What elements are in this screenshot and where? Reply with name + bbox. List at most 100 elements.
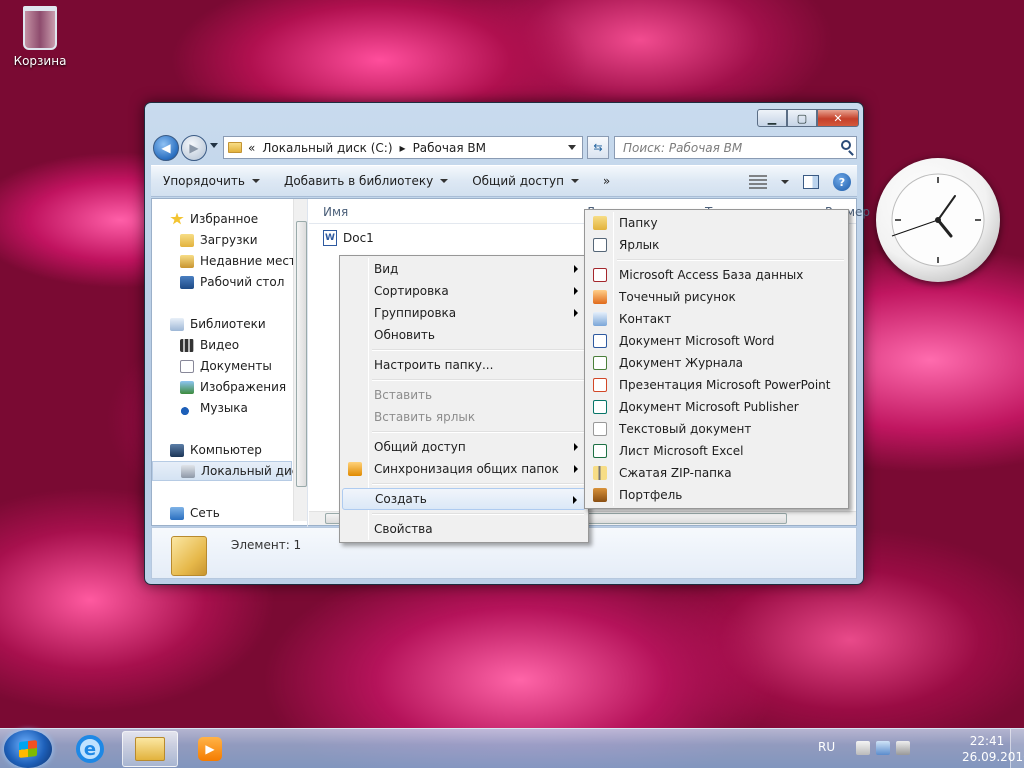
new-publisher-item[interactable]: Документ Microsoft Publisher [587, 396, 846, 418]
taskbar-internet-explorer[interactable]: e [62, 731, 118, 767]
nav-local-disk[interactable]: Локальный диск [152, 461, 306, 481]
menu-item-sync[interactable]: Синхронизация общих папок [342, 458, 586, 480]
help-icon[interactable]: ? [833, 173, 851, 191]
menu-label: Документ Microsoft Publisher [619, 400, 799, 414]
nav-recent-places[interactable]: Недавние места [180, 251, 303, 271]
briefcase-icon [593, 488, 607, 502]
menu-label: Сжатая ZIP-папка [619, 466, 732, 480]
recycle-bin[interactable]: Корзина [8, 4, 72, 68]
menu-item-share[interactable]: Общий доступ [342, 436, 586, 458]
new-word-item[interactable]: Документ Microsoft Word [587, 330, 846, 352]
new-journal-item[interactable]: Документ Журнала [587, 352, 846, 374]
new-powerpoint-item[interactable]: Презентация Microsoft PowerPoint [587, 374, 846, 396]
menu-item-group[interactable]: Группировка [342, 302, 586, 324]
documents-library-icon [180, 359, 194, 373]
address-dropdown-icon[interactable] [568, 145, 576, 150]
recent-pages-dropdown[interactable] [210, 143, 218, 148]
menu-label: Текстовый документ [619, 422, 752, 436]
menu-label: Свойства [374, 522, 433, 536]
share-button[interactable]: Общий доступ [460, 174, 591, 188]
nav-documents[interactable]: Документы [180, 356, 272, 376]
nav-computer[interactable]: Компьютер [170, 440, 262, 460]
back-button[interactable]: ◀ [153, 135, 179, 161]
show-desktop-button[interactable] [1010, 729, 1024, 768]
add-to-library-label: Добавить в библиотеку [283, 174, 434, 188]
breadcrumb-local-disk[interactable]: Локальный диск (C:) [262, 141, 392, 155]
more-commands-button[interactable]: » [591, 174, 622, 188]
submenu-arrow-icon [574, 443, 578, 451]
new-shortcut-item[interactable]: Ярлык [587, 234, 846, 256]
clock[interactable]: 22:41 26.09.2010 [962, 733, 1024, 765]
organize-label: Упорядочить [163, 174, 245, 188]
scrollbar-thumb[interactable] [296, 221, 307, 487]
taskbar-explorer[interactable] [122, 731, 178, 767]
start-button[interactable] [4, 730, 52, 768]
menu-item-refresh[interactable]: Обновить [342, 324, 586, 346]
organize-button[interactable]: Упорядочить [151, 174, 272, 188]
breadcrumb-separator-icon[interactable]: ▸ [400, 141, 406, 155]
add-to-library-button[interactable]: Добавить в библиотеку [272, 174, 460, 188]
address-chevrons[interactable]: « [248, 141, 255, 155]
new-excel-item[interactable]: Лист Microsoft Excel [587, 440, 846, 462]
nav-video[interactable]: Видео [180, 335, 239, 355]
new-bitmap-item[interactable]: Точечный рисунок [587, 286, 846, 308]
menu-item-properties[interactable]: Свойства [342, 518, 586, 540]
nav-favorites[interactable]: Избранное [170, 209, 258, 229]
music-note-icon [180, 401, 194, 415]
nav-downloads[interactable]: Загрузки [180, 230, 258, 250]
new-zip-folder-item[interactable]: Сжатая ZIP-папка [587, 462, 846, 484]
search-icon[interactable] [841, 140, 851, 150]
menu-item-sort[interactable]: Сортировка [342, 280, 586, 302]
menu-item-customize-folder[interactable]: Настроить папку... [342, 354, 586, 376]
nav-music[interactable]: Музыка [180, 398, 248, 418]
new-access-item[interactable]: Microsoft Access База данных [587, 264, 846, 286]
column-name[interactable]: Имя [323, 205, 348, 219]
nav-libraries[interactable]: Библиотеки [170, 314, 266, 334]
word-document-icon: W [323, 230, 337, 246]
new-briefcase-item[interactable]: Портфель [587, 484, 846, 506]
downloads-folder-icon [180, 233, 194, 247]
menu-item-view[interactable]: Вид [342, 258, 586, 280]
address-bar[interactable]: « Локальный диск (C:) ▸ Рабочая ВМ [223, 136, 583, 159]
action-center-icon[interactable] [856, 741, 870, 755]
menu-separator [587, 256, 846, 264]
navigation-scrollbar[interactable] [293, 199, 307, 521]
change-view-icon[interactable] [749, 175, 767, 189]
new-text-document-item[interactable]: Текстовый документ [587, 418, 846, 440]
forward-button[interactable]: ▶ [181, 135, 207, 161]
menu-label: Контакт [619, 312, 672, 326]
view-options-dropdown-icon[interactable] [781, 180, 789, 184]
menu-label: Папку [619, 216, 658, 230]
clock-gadget[interactable] [876, 158, 1000, 282]
minimize-button[interactable]: ▁ [757, 109, 787, 127]
taskbar-media-player[interactable]: ▶ [182, 731, 238, 767]
menu-item-new[interactable]: Создать [342, 488, 586, 510]
new-folder-item[interactable]: Папку [587, 212, 846, 234]
menu-label: Точечный рисунок [619, 290, 736, 304]
menu-label: Портфель [619, 488, 683, 502]
menu-item-paste: Вставить [342, 384, 586, 406]
network-tray-icon[interactable] [876, 741, 890, 755]
language-indicator[interactable]: RU [818, 740, 835, 754]
nav-desktop[interactable]: Рабочий стол [180, 272, 284, 292]
preview-pane-icon[interactable] [803, 175, 819, 189]
item-count: Элемент: 1 [231, 538, 302, 552]
share-label: Общий доступ [472, 174, 564, 188]
close-button[interactable]: ✕ [817, 109, 859, 127]
new-contact-item[interactable]: Контакт [587, 308, 846, 330]
access-icon [593, 268, 607, 282]
breadcrumb-folder[interactable]: Рабочая ВМ [413, 141, 486, 155]
navigation-row: ◀ ▶ « Локальный диск (C:) ▸ Рабочая ВМ ⇆… [151, 133, 857, 161]
menu-label: Вставить [374, 388, 433, 402]
menu-label: Синхронизация общих папок [374, 462, 559, 476]
maximize-button[interactable]: ▢ [787, 109, 817, 127]
list-item[interactable]: W Doc1 [323, 230, 374, 246]
refresh-button[interactable]: ⇆ [587, 136, 609, 159]
search-input[interactable]: Поиск: Рабочая ВМ [614, 136, 857, 159]
nav-network[interactable]: Сеть [170, 503, 220, 523]
nav-images[interactable]: Изображения [180, 377, 286, 397]
menu-label: Общий доступ [374, 440, 466, 454]
volume-icon[interactable] [896, 741, 910, 755]
clock-time: 22:41 [969, 734, 1005, 748]
new-submenu: Папку Ярлык Microsoft Access База данных… [584, 209, 849, 509]
